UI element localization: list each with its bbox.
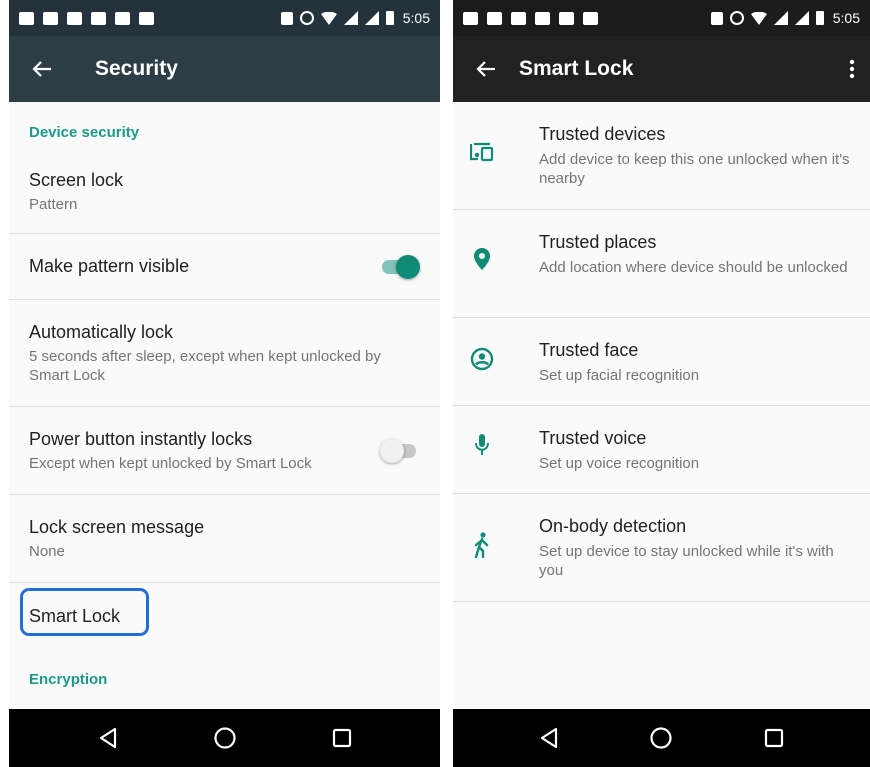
- navigation-bar: [9, 709, 440, 767]
- pref-title: Screen lock: [29, 169, 124, 190]
- image-notification-icon: [487, 11, 502, 25]
- smart-lock-trusted-places[interactable]: Trusted places Add location where device…: [453, 210, 870, 318]
- switch-thumb: [396, 254, 420, 279]
- smart-lock-trusted-devices[interactable]: Trusted devices Add device to keep this …: [453, 102, 870, 210]
- nav-home-button[interactable]: [641, 718, 681, 758]
- location-pin-icon: [474, 248, 490, 270]
- gmail-notification-icon: [43, 11, 58, 25]
- nav-back-button[interactable]: [529, 718, 569, 758]
- signal-roaming-icon: [794, 11, 809, 25]
- page-title: Smart Lock: [519, 57, 634, 80]
- item-summary: Add location where device should be unlo…: [539, 259, 848, 276]
- pref-power-button-locks[interactable]: Power button instantly locks Except when…: [9, 407, 440, 495]
- power-button-lock-switch[interactable]: [380, 438, 420, 463]
- arrow-back-icon: [476, 61, 495, 77]
- gmail-notification-icon: [19, 11, 34, 25]
- signal-icon: [773, 11, 788, 25]
- pref-lock-screen-message[interactable]: Lock screen message None: [9, 495, 440, 583]
- arrow-back-icon: [32, 61, 51, 77]
- trusted-devices-icon: [470, 142, 494, 162]
- wifi-icon: [750, 11, 767, 25]
- item-summary: Add device to keep this one unlocked whe…: [539, 151, 850, 187]
- back-button[interactable]: [453, 36, 519, 102]
- more-vert-icon: [849, 59, 855, 79]
- nav-back-button[interactable]: [88, 718, 128, 758]
- app-bar: Smart Lock: [453, 36, 870, 102]
- microphone-icon: [475, 434, 489, 455]
- pref-screen-lock[interactable]: Screen lock Pattern: [9, 150, 440, 234]
- recents-square-icon: [332, 728, 351, 748]
- nav-home-button[interactable]: [205, 718, 245, 758]
- overflow-menu-button[interactable]: [834, 36, 870, 102]
- section-header-device-security: Device security: [29, 124, 140, 141]
- face-icon: [470, 347, 494, 371]
- pref-summary: Except when kept unlocked by Smart Lock: [29, 454, 312, 472]
- nav-recents-button[interactable]: [754, 718, 794, 758]
- smart-lock-on-body-detection[interactable]: On-body detection Set up device to stay …: [453, 494, 870, 602]
- navigation-bar: [453, 709, 870, 767]
- shopping-bag-notification-icon: [559, 11, 574, 25]
- vibrate-icon: [280, 11, 293, 25]
- smart-lock-trusted-voice[interactable]: Trusted voice Set up voice recognition: [453, 406, 870, 494]
- pattern-visible-switch[interactable]: [380, 254, 420, 279]
- switch-thumb: [380, 438, 404, 463]
- shopping-bag-notification-icon: [139, 11, 154, 25]
- nav-recents-button[interactable]: [322, 718, 362, 758]
- back-triangle-icon: [99, 727, 116, 749]
- twitter-notification-icon: [91, 11, 106, 25]
- page-title: Security: [95, 57, 178, 80]
- smart-lock-highlight-outline: [20, 588, 149, 636]
- item-title: Trusted face: [539, 340, 639, 360]
- shopping-bag-notification-icon: [583, 11, 598, 25]
- status-bar: 5:05: [9, 0, 440, 36]
- walking-person-icon: [474, 532, 489, 558]
- signal-icon: [343, 11, 358, 25]
- pref-title: Automatically lock: [29, 321, 174, 342]
- pref-summary: Pattern: [29, 195, 78, 213]
- battery-icon: [385, 11, 394, 25]
- item-summary: Set up device to stay unlocked while it'…: [539, 543, 834, 579]
- signal-roaming-icon: [364, 11, 379, 25]
- pref-title: Make pattern visible: [29, 256, 190, 276]
- alarm-icon: [299, 11, 314, 25]
- section-header-encryption: Encryption: [29, 671, 108, 688]
- smart-lock-trusted-face[interactable]: Trusted face Set up facial recognition: [453, 318, 870, 406]
- pref-automatically-lock[interactable]: Automatically lock 5 seconds after sleep…: [9, 300, 440, 407]
- wifi-icon: [320, 11, 337, 25]
- pref-summary: None: [29, 542, 65, 560]
- status-bar: 5:05: [453, 0, 870, 36]
- smart-lock-screen: 5:05 Smart Lock Trusted devices Add devi…: [453, 0, 870, 767]
- pref-make-pattern-visible[interactable]: Make pattern visible: [9, 234, 440, 300]
- shopping-bag-notification-icon: [115, 11, 130, 25]
- alarm-icon: [729, 11, 744, 25]
- pref-title: Lock screen message: [29, 516, 205, 537]
- twitter-notification-icon: [535, 11, 550, 25]
- item-title: On-body detection: [539, 516, 687, 536]
- status-time: 5:05: [402, 10, 430, 26]
- back-button[interactable]: [9, 36, 75, 102]
- home-circle-icon: [213, 727, 236, 749]
- item-summary: Set up voice recognition: [539, 455, 700, 472]
- gmail-notification-icon: [511, 11, 526, 25]
- home-circle-icon: [650, 727, 673, 749]
- pref-title: Power button instantly locks: [29, 428, 253, 449]
- item-title: Trusted devices: [539, 124, 666, 144]
- status-time: 5:05: [832, 10, 860, 26]
- gmail-notification-icon: [463, 11, 478, 25]
- item-summary: Set up facial recognition: [539, 367, 700, 384]
- image-notification-icon: [67, 11, 82, 25]
- battery-icon: [815, 11, 824, 25]
- pref-summary: 5 seconds after sleep, except when kept …: [29, 347, 381, 384]
- back-triangle-icon: [541, 727, 558, 749]
- item-title: Trusted places: [539, 232, 657, 252]
- recents-square-icon: [764, 728, 783, 748]
- item-title: Trusted voice: [539, 428, 647, 448]
- app-bar: Security: [9, 36, 440, 102]
- security-screen: 5:05 Security Device security Screen loc…: [9, 0, 440, 767]
- vibrate-icon: [710, 11, 723, 25]
